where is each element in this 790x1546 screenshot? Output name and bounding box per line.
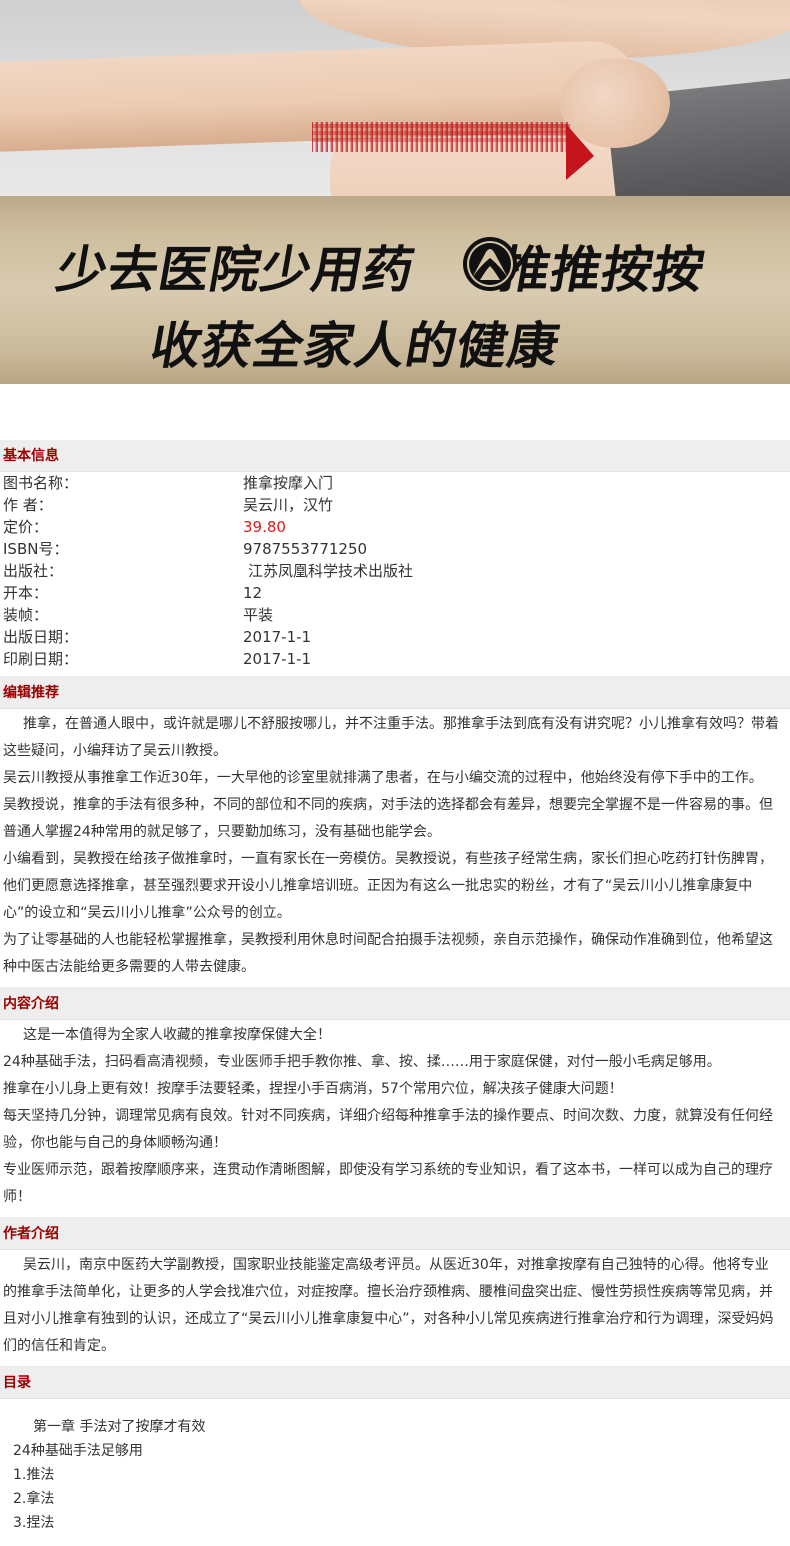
paragraph: 推拿在小儿身上更有效！按摩手法要轻柔，捏捏小手百病消，57个常用穴位，解决孩子健…	[3, 1081, 623, 1097]
paragraph: 吴云川教授从事推拿工作近30年，一大早他的诊室里就排满了患者，在与小编交流的过程…	[3, 770, 763, 786]
info-value: 2017-1-1	[243, 650, 312, 668]
section-toc-header: 目录	[0, 1367, 790, 1399]
paragraph: 为了让零基础的人也能轻松掌握推拿，吴教授利用休息时间配合拍摄手法视频，亲自示范操…	[3, 932, 773, 975]
info-value: 吴云川，汉竹	[243, 496, 334, 514]
toc-chapter: 第一章 手法对了按摩才有效	[33, 1419, 206, 1435]
price-value: 39.80	[243, 518, 286, 536]
toc-body: 第一章 手法对了按摩才有效 24种基础手法足够用 1.推法 2.拿法 3.捏法	[0, 1399, 790, 1535]
slogan-line-2: 收获全家人的健康	[146, 317, 565, 375]
info-label: 出版日期：	[3, 628, 79, 646]
basic-info-table: 图书名称： 推拿按摩入门 作 者： 吴云川，汉竹 定价： 39.80 ISBN号…	[0, 472, 790, 677]
info-label: 作 者：	[3, 496, 53, 514]
motion-arrow-icon	[312, 122, 594, 180]
info-row-pub-date: 出版日期： 2017-1-1	[0, 626, 790, 648]
info-value: 12	[243, 584, 263, 602]
slogan-banner: 少去医院少用药 推推按按 收获全家人的健康	[0, 196, 790, 384]
info-label: 印刷日期：	[3, 650, 79, 668]
info-row-publisher: 出版社： 江苏凤凰科学技术出版社	[0, 560, 790, 582]
info-value: 2017-1-1	[243, 628, 312, 646]
toc-item: 1.推法	[13, 1467, 55, 1483]
paragraph: 每天坚持几分钟，调理常见病有良效。针对不同疾病，详细介绍每种推拿手法的操作要点、…	[3, 1108, 773, 1151]
info-label: 图书名称：	[3, 474, 79, 492]
info-label: 装帧：	[3, 606, 49, 624]
section-content-intro-header: 内容介绍	[0, 988, 790, 1020]
book-details: 基本信息 图书名称： 推拿按摩入门 作 者： 吴云川，汉竹 定价： 39.80 …	[0, 440, 790, 1535]
section-editor-rec-header: 编辑推荐	[0, 677, 790, 709]
section-basic-info-header: 基本信息	[0, 440, 790, 472]
info-label: 开本：	[3, 584, 49, 602]
paragraph: 这是一本值得为全家人收藏的推拿按摩保健大全！	[23, 1027, 331, 1043]
paragraph: 小编看到，吴教授在给孩子做推拿时，一直有家长在一旁模仿。吴教授说，有些孩子经常生…	[3, 851, 773, 921]
banner-photo	[0, 0, 790, 196]
content-intro-body: 这是一本值得为全家人收藏的推拿按摩保健大全！ 24种基础手法，扫码看高清视频，专…	[0, 1020, 790, 1218]
info-value: 9787553771250	[243, 540, 368, 558]
info-value: 江苏凤凰科学技术出版社	[248, 562, 414, 580]
slogan-line-1: 少去医院少用药 推推按按	[52, 230, 712, 302]
info-row-format: 开本： 12	[0, 582, 790, 604]
paragraph: 24种基础手法，扫码看高清视频，专业医师手把手教你推、拿、按、揉……用于家庭保健…	[3, 1054, 721, 1070]
toc-item: 3.捏法	[13, 1515, 55, 1531]
section-author-intro-header: 作者介绍	[0, 1218, 790, 1250]
paragraph: 专业医师示范，跟着按摩顺序来，连贯动作清晰图解，即使没有学习系统的专业知识，看了…	[3, 1162, 773, 1205]
info-label: 定价：	[3, 518, 49, 536]
info-value: 推拿按摩入门	[243, 474, 334, 492]
info-row-author: 作 者： 吴云川，汉竹	[0, 494, 790, 516]
paragraph: 吴教授说，推拿的手法有很多种，不同的部位和不同的疾病，对手法的选择都会有差异，想…	[3, 797, 773, 840]
info-label: ISBN号：	[3, 540, 69, 558]
toc-item: 2.拿法	[13, 1491, 55, 1507]
info-row-print-date: 印刷日期： 2017-1-1	[0, 648, 790, 670]
author-intro-body: 吴云川，南京中医药大学副教授，国家职业技能鉴定高级考评员。从医近30年，对推拿按…	[0, 1250, 790, 1367]
info-value: 平装	[243, 606, 274, 624]
paragraph: 推拿，在普通人眼中，或许就是哪儿不舒服按哪儿，并不注重手法。那推拿手法到底有没有…	[3, 716, 779, 759]
paragraph: 吴云川，南京中医药大学副教授，国家职业技能鉴定高级考评员。从医近30年，对推拿按…	[3, 1257, 774, 1354]
info-row-isbn: ISBN号： 9787553771250	[0, 538, 790, 560]
info-label: 出版社：	[3, 562, 64, 580]
info-row-title: 图书名称： 推拿按摩入门	[0, 472, 790, 494]
toc-item: 24种基础手法足够用	[13, 1443, 143, 1459]
info-row-binding: 装帧： 平装	[0, 604, 790, 626]
info-row-price: 定价： 39.80	[0, 516, 790, 538]
slogan-part-a: 少去医院少用药	[52, 241, 420, 299]
editor-rec-body: 推拿，在普通人眼中，或许就是哪儿不舒服按哪儿，并不注重手法。那推拿手法到底有没有…	[0, 709, 790, 988]
slogan-part-b: 推推按按	[495, 241, 710, 299]
mountain-logo-icon	[463, 237, 517, 291]
